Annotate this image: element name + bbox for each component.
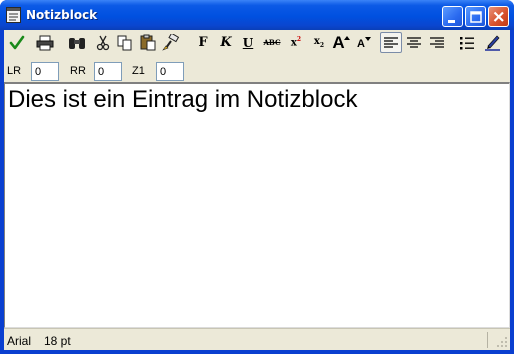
notepad-icon[interactable] [6,7,21,23]
minimize-icon [448,20,455,23]
find-button[interactable] [66,32,88,53]
superscript-button[interactable]: x2 [285,32,307,53]
pen-color-icon [484,35,500,51]
paste-icon [140,34,155,51]
grow-arrow-icon [343,35,350,40]
status-font-name: Arial [7,334,32,348]
window-frame-bottom [0,350,514,354]
resize-grip-icon[interactable] [496,336,508,348]
superscript-label: x2 [290,35,302,49]
title-bar[interactable]: Notizblock [0,0,514,30]
strikethrough-label: ABC [263,38,281,47]
subscript-label: x2 [313,35,325,49]
close-icon [493,11,504,22]
print-icon [36,35,54,50]
format-painter-button[interactable] [160,32,182,53]
shrink-font-label: A [357,37,365,50]
grow-font-button[interactable]: A [330,32,352,53]
cut-icon [96,35,110,50]
left-margin-input[interactable] [31,62,59,81]
strikethrough-button[interactable]: ABC [261,32,283,53]
paragraph-margins-bar: LR RR Z1 [4,60,510,82]
maximize-icon [470,11,482,23]
align-center-button[interactable] [403,32,425,53]
ok-button[interactable] [6,32,28,53]
text-editor[interactable]: Dies ist ein Eintrag im Notizblock [4,82,510,328]
pen-color-button[interactable] [481,32,503,53]
underline-label: U [242,35,254,50]
status-divider [487,332,488,348]
italic-label: K [220,35,232,50]
italic-button[interactable]: K [215,32,237,53]
minimize-button[interactable] [442,6,463,27]
underline-button[interactable]: U [237,32,259,53]
close-button[interactable] [488,6,509,27]
left-margin-label: LR [7,65,22,77]
window-frame-right [510,30,514,354]
status-bar: Arial 18 pt [4,328,510,350]
bullet-list-icon [460,36,474,49]
shrink-font-button[interactable]: A [353,32,375,53]
right-margin-label: RR [70,65,86,77]
cut-button[interactable] [92,32,114,53]
editor-content[interactable]: Dies ist ein Eintrag im Notizblock [8,86,357,114]
bold-label: F [198,35,208,50]
bold-button[interactable]: F [192,32,214,53]
find-binoculars-icon [69,37,85,49]
right-margin-input[interactable] [94,62,122,81]
notizblock-window: Notizblock F K U ABC x2 x2 A A LR 0 RR 0… [0,0,514,354]
client-area: F K U ABC x2 x2 A A LR 0 RR 0 Z1 0 Dies … [4,30,510,350]
align-right-icon [430,36,444,48]
copy-button[interactable] [114,32,136,53]
maximize-button[interactable] [465,6,486,27]
print-button[interactable] [34,32,56,53]
ok-check-icon [9,35,25,49]
align-left-icon [384,36,398,48]
bullet-list-button[interactable] [456,32,478,53]
first-line-indent-input[interactable] [156,62,184,81]
first-line-indent-label: Z1 [132,65,145,77]
align-right-button[interactable] [426,32,448,53]
align-center-icon [407,36,421,48]
format-toolbar: F K U ABC x2 x2 A A [4,30,510,55]
align-left-button[interactable] [380,32,402,53]
format-painter-icon [162,34,180,51]
window-title: Notizblock [26,8,98,22]
paste-button[interactable] [137,32,159,53]
copy-icon [117,35,132,50]
shrink-arrow-icon [364,36,371,41]
status-font-size: 18 pt [44,334,71,348]
subscript-button[interactable]: x2 [308,32,330,53]
